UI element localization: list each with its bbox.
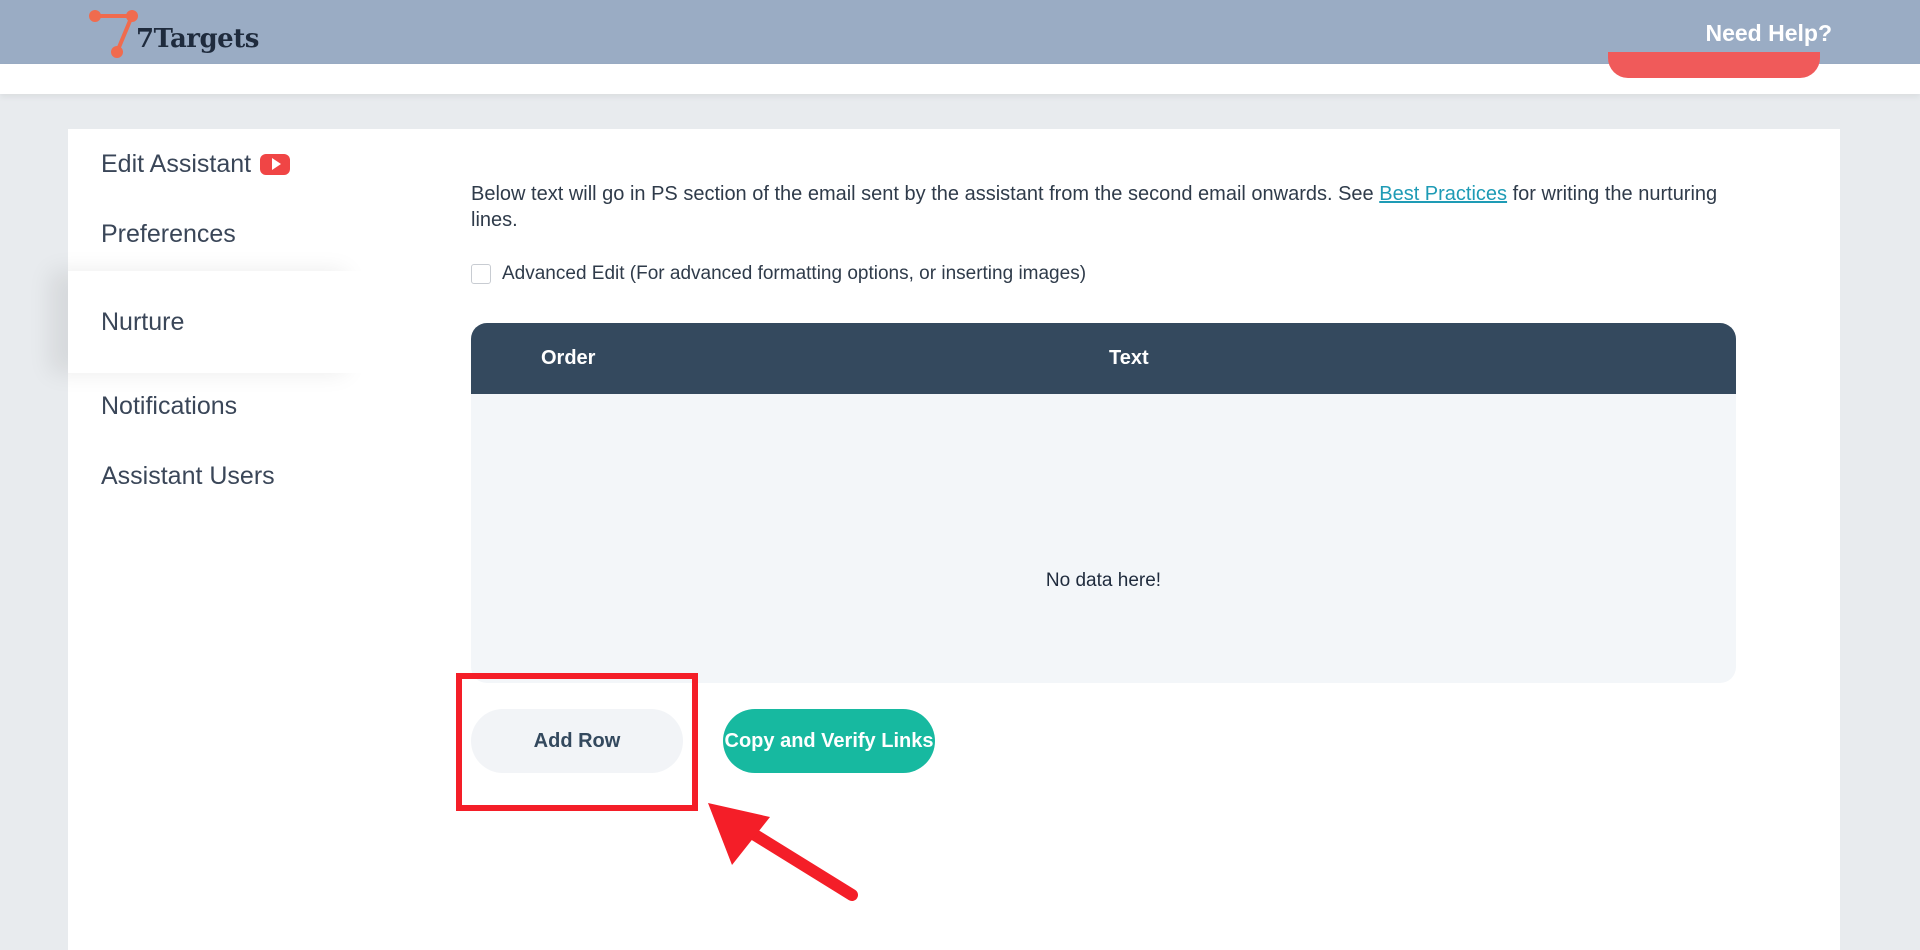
nurture-table: Order Text No data here! (471, 323, 1736, 683)
advanced-edit-option[interactable]: Advanced Edit (For advanced formatting o… (471, 263, 1086, 285)
settings-sidebar: Edit Assistant Preferences Nurture Notif… (68, 129, 364, 950)
partially-hidden-button[interactable] (1608, 52, 1820, 78)
advanced-edit-checkbox[interactable] (471, 264, 491, 284)
sidebar-item-label: Edit Assistant (101, 149, 252, 178)
best-practices-link[interactable]: Best Practices (1379, 183, 1507, 205)
sidebar-item-edit-assistant[interactable]: Edit Assistant (68, 129, 364, 199)
sidebar-item-label: Assistant Users (101, 461, 275, 490)
annotation-arrow-icon (708, 803, 858, 901)
sidebar-item-notifications[interactable]: Notifications (68, 371, 364, 441)
sidebar-item-label: Notifications (101, 391, 238, 420)
empty-state-message: No data here! (1045, 570, 1162, 591)
youtube-icon[interactable] (260, 153, 291, 175)
advanced-edit-label: Advanced Edit (For advanced formatting o… (502, 263, 1087, 284)
highlight-box (456, 673, 698, 811)
table-header: Order Text (471, 323, 1736, 394)
sidebar-item-assistant-users[interactable]: Assistant Users (68, 441, 364, 511)
description-text: Below text will go in PS section of the … (471, 183, 1380, 205)
sidebar-item-label: Preferences (101, 219, 236, 248)
logo-text: 7Targets (136, 24, 259, 54)
sidebar-item-nurture[interactable]: Nurture (68, 271, 364, 373)
app-logo[interactable]: 7Targets (88, 6, 259, 58)
sidebar-item-label: Nurture (101, 307, 185, 336)
nurture-description: Below text will go in PS section of the … (471, 181, 1756, 233)
column-header-order[interactable]: Order (541, 347, 595, 370)
need-help-link[interactable]: Need Help? (1705, 20, 1832, 47)
sidebar-item-preferences[interactable]: Preferences (68, 199, 364, 269)
nurture-panel: Below text will go in PS section of the … (364, 129, 1840, 950)
copy-verify-links-button[interactable]: Copy and Verify Links (723, 709, 935, 773)
column-header-text[interactable]: Text (1109, 347, 1149, 370)
